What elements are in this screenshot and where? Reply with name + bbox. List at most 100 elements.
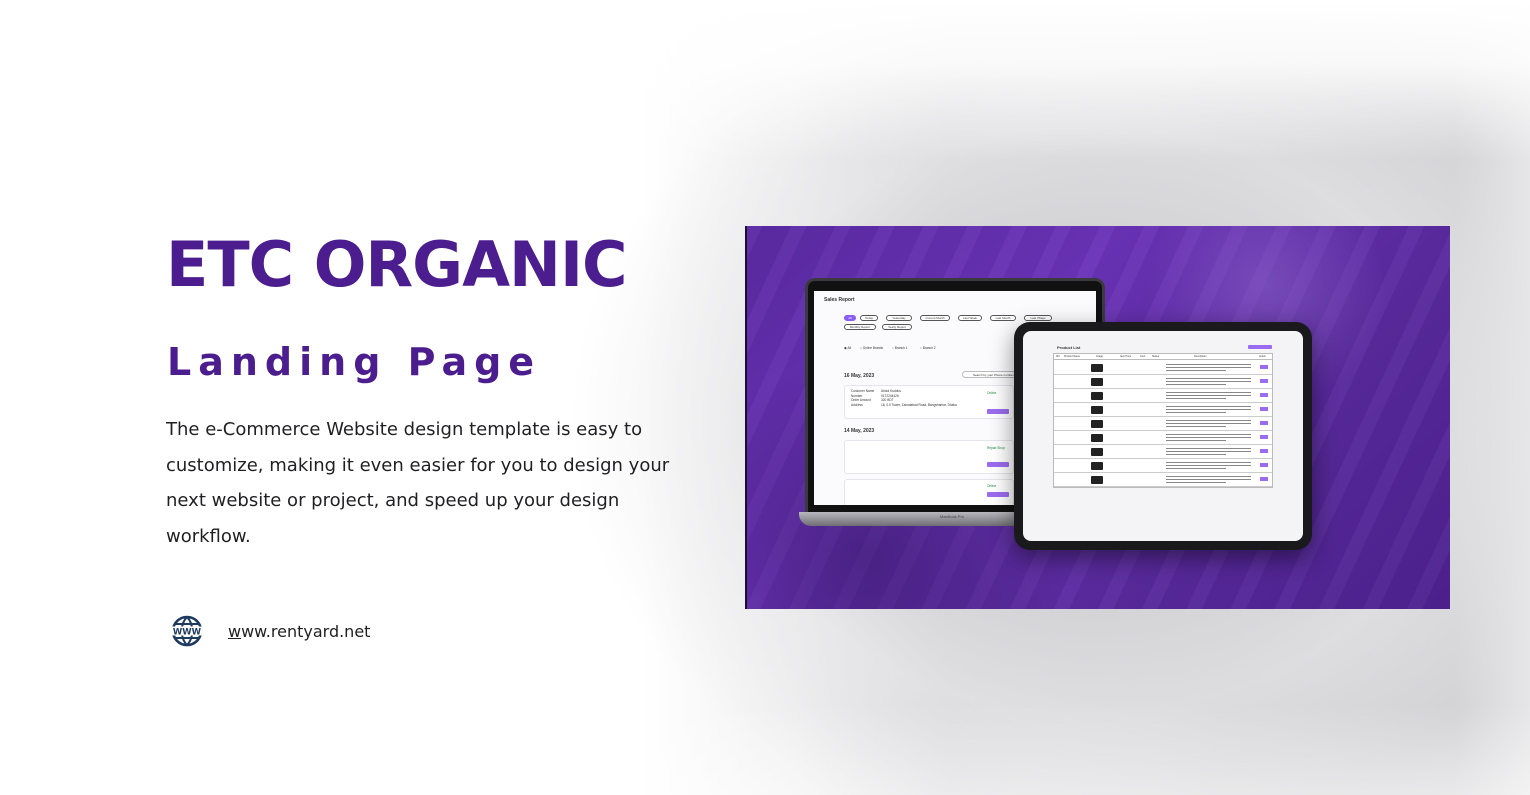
page-subtitle: Landing Page xyxy=(167,340,542,384)
row-action-button xyxy=(1260,365,1268,369)
table-column-header: Action xyxy=(1259,355,1266,358)
description-line xyxy=(1166,448,1251,449)
search-placeholder: Search by your Phone number xyxy=(973,373,1014,377)
table-column-header: Item Price xyxy=(1120,355,1132,358)
table-row xyxy=(1054,389,1272,403)
table-row xyxy=(1054,473,1272,487)
radio-option: ○ Branch 1 xyxy=(892,346,908,350)
add-product-button xyxy=(1248,345,1272,349)
order-card: Repair Shop xyxy=(844,440,1014,474)
filter-chip: Today xyxy=(860,315,878,321)
description-line xyxy=(1166,364,1251,365)
description-line xyxy=(1166,406,1251,407)
order-value: 320 BDT xyxy=(881,398,894,402)
product-thumbnail xyxy=(1091,434,1103,442)
table-row xyxy=(1054,403,1272,417)
description-line xyxy=(1166,437,1251,438)
row-action-button xyxy=(1260,435,1268,439)
filter-chip: Monthly Report xyxy=(844,324,876,330)
description-line xyxy=(1166,381,1251,382)
description-line xyxy=(1166,479,1251,480)
product-thumbnail xyxy=(1091,448,1103,456)
table-column-header: SN xyxy=(1056,355,1060,358)
product-thumbnail xyxy=(1091,364,1103,372)
product-thumbnail xyxy=(1091,406,1103,414)
description-line xyxy=(1166,434,1251,435)
laptop-screen-title: Sales Report xyxy=(824,297,855,303)
filter-chip: Yearly Report xyxy=(882,324,912,330)
order-value: Abdul Kuddus xyxy=(881,389,901,393)
description-line xyxy=(1166,482,1226,483)
action-button xyxy=(987,492,1009,497)
description: The e-Commerce Website design template i… xyxy=(166,419,670,547)
row-action-button xyxy=(1260,477,1268,481)
description-line xyxy=(1166,423,1251,424)
row-action-button xyxy=(1260,393,1268,397)
table-column-header: Product Name xyxy=(1064,355,1080,358)
description-line xyxy=(1166,451,1251,452)
tablet-screen-title: Product List xyxy=(1057,345,1081,350)
background-bottom-fade xyxy=(0,705,1530,795)
description-line xyxy=(1166,465,1251,466)
date-heading-2: 14 May, 2023 xyxy=(844,428,875,434)
description-line xyxy=(1166,426,1226,427)
background-top-fade xyxy=(0,0,1530,160)
filter-chip: Last 7Days xyxy=(1024,315,1052,321)
status-label: Online xyxy=(987,484,997,488)
description-line xyxy=(1166,409,1251,410)
website-row: WWW www.rentyard.net xyxy=(170,614,370,648)
website-link[interactable]: www.rentyard.net xyxy=(228,622,370,641)
filter-chip: Last Week xyxy=(958,315,982,321)
tablet-screen: Product List SN Product Name Image Item Pri… xyxy=(1023,331,1303,541)
description-line xyxy=(1166,420,1251,421)
order-field: Address xyxy=(851,402,863,407)
table-column-header: Cost xyxy=(1140,355,1146,358)
row-action-button xyxy=(1260,463,1268,467)
order-field: Number xyxy=(851,393,863,398)
description-line xyxy=(1166,398,1226,399)
product-thumbnail xyxy=(1091,392,1103,400)
action-button xyxy=(987,462,1009,467)
order-value: 0172244426 xyxy=(881,393,899,398)
order-card: Online xyxy=(844,479,1014,505)
description-line xyxy=(1166,440,1226,441)
order-value: 18, 0.0 Tower, Zamalabad Road, Bangshama… xyxy=(881,402,957,407)
table-row xyxy=(1054,459,1272,473)
filter-chip: All xyxy=(844,315,856,321)
order-field-labels: Customer Name Number Order Amount Addres… xyxy=(851,389,874,407)
order-field: Customer Name xyxy=(851,389,875,393)
order-field-values: Abdul Kuddus 0172244426 320 BDT 18, 0.0 … xyxy=(881,389,957,407)
description-line xyxy=(1166,395,1251,396)
description-line xyxy=(1166,454,1226,455)
product-thumbnail xyxy=(1091,462,1103,470)
svg-text:WWW: WWW xyxy=(173,628,202,638)
description-line xyxy=(1166,384,1226,385)
product-table: SN Product Name Image Item Price Cost Status D… xyxy=(1053,353,1273,488)
filter-chip: Yesterday xyxy=(886,315,912,321)
description-line xyxy=(1166,370,1226,371)
hero-image: Sales Report All Today Yesterday Current Mo… xyxy=(745,226,1450,609)
date-heading-1: 16 May, 2023 xyxy=(844,373,875,379)
filter-chip: Last Month xyxy=(990,315,1016,321)
description-line xyxy=(1166,392,1251,393)
order-field: Order Amount xyxy=(851,398,871,402)
product-thumbnail xyxy=(1091,476,1103,484)
product-thumbnail xyxy=(1091,378,1103,386)
table-column-header: Status xyxy=(1152,355,1160,358)
table-row xyxy=(1054,431,1272,445)
tablet-mockup: Product List SN Product Name Image Item Pri… xyxy=(1014,322,1312,550)
row-action-button xyxy=(1260,379,1268,383)
brand-title: ETC ORGANIC xyxy=(166,228,628,301)
table-row xyxy=(1054,445,1272,459)
order-card: Customer Name Number Order Amount Addres… xyxy=(844,385,1014,419)
laptop-brand-label: MacBook Pro xyxy=(940,514,965,519)
action-button xyxy=(987,409,1009,414)
description-line xyxy=(1166,476,1251,477)
status-label: Online xyxy=(987,391,997,395)
description-line xyxy=(1166,367,1251,368)
table-row xyxy=(1054,375,1272,389)
radio-option: ○ Branch 2 xyxy=(920,346,936,350)
radio-option: ◉ All xyxy=(844,346,852,350)
table-row xyxy=(1054,417,1272,431)
description-line xyxy=(1166,462,1251,463)
